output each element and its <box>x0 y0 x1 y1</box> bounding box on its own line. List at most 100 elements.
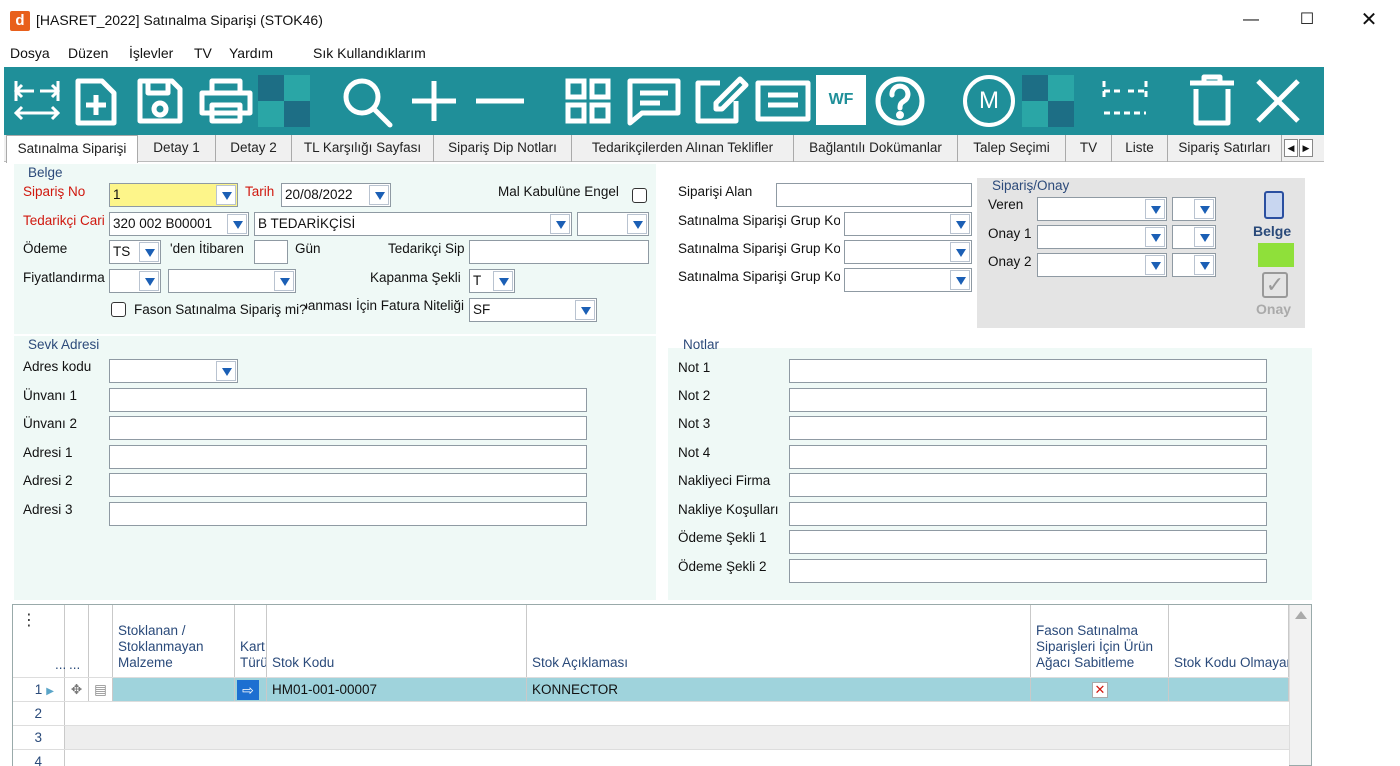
siparisi-alan-field[interactable] <box>776 183 972 207</box>
chevron-down-icon[interactable] <box>1145 227 1165 247</box>
tab-detay-2[interactable]: Detay 2 <box>216 135 292 162</box>
help-icon[interactable] <box>870 73 930 129</box>
tedarikci-name-field[interactable]: B TEDARİKÇİSİ <box>254 212 572 236</box>
window-close-button[interactable]: ✕ <box>1346 0 1392 40</box>
adresi-3-field[interactable] <box>109 502 587 526</box>
add-icon[interactable] <box>404 73 464 129</box>
adresi-1-field[interactable] <box>109 445 587 469</box>
menu-sik-kullandiklarim[interactable]: Sık Kullandıklarım <box>313 45 426 61</box>
tab-tl-karsiligi[interactable]: TL Karşılığı Sayfası <box>292 135 434 162</box>
cell-fason[interactable]: ✕ <box>1031 678 1169 702</box>
first-last-icon[interactable] <box>10 73 64 129</box>
note-icon[interactable]: ▤ <box>89 678 113 702</box>
menu-tv[interactable]: TV <box>194 45 212 61</box>
chevron-down-icon[interactable] <box>1194 199 1214 219</box>
unvani-1-field[interactable] <box>109 388 587 412</box>
tarih-field[interactable]: 20/08/2022 <box>281 183 391 207</box>
grid-header-stok-kodu-olmayan[interactable]: Stok Kodu Olmayan <box>1169 605 1289 677</box>
veren-extra-field[interactable] <box>1172 197 1216 221</box>
grid-view-icon[interactable] <box>560 73 616 129</box>
unvani-2-field[interactable] <box>109 416 587 440</box>
tedarikci-extra-field[interactable] <box>577 212 649 236</box>
chevron-down-icon[interactable] <box>227 214 247 234</box>
chevron-down-icon[interactable] <box>369 185 389 205</box>
onay-1-field[interactable] <box>1037 225 1167 249</box>
cell-stok-aciklama[interactable]: KONNECTOR <box>527 678 1031 702</box>
grid-header-stoklanan[interactable]: Stoklanan / Stoklanmayan Malzeme <box>113 605 235 677</box>
list-icon[interactable] <box>752 73 814 129</box>
minimize-button[interactable]: — <box>1228 0 1274 40</box>
chevron-down-icon[interactable] <box>1145 199 1165 219</box>
not-3-field[interactable] <box>789 416 1267 440</box>
tab-scroll-right-icon[interactable]: ▶ <box>1299 139 1313 157</box>
m-icon[interactable]: M <box>958 73 1020 129</box>
chevron-down-icon[interactable] <box>950 270 970 290</box>
onay-2-extra-field[interactable] <box>1172 253 1216 277</box>
new-document-icon[interactable] <box>70 73 124 129</box>
cell-stoklanan[interactable] <box>113 678 235 702</box>
chevron-down-icon[interactable] <box>550 214 570 234</box>
tab-scroll-left-icon[interactable]: ◀ <box>1284 139 1298 157</box>
cell-kart[interactable]: ⇨ <box>235 678 267 702</box>
menu-dosya[interactable]: Dosya <box>10 45 50 61</box>
table-row[interactable]: 2 <box>13 701 1289 726</box>
odeme-field[interactable]: TS <box>109 240 161 264</box>
tab-tedarikcilerden-teklifler[interactable]: Tedarikçilerden Alınan Teklifler <box>572 135 794 162</box>
tab-liste[interactable]: Liste <box>1112 135 1168 162</box>
table-row[interactable]: 1 ▶ ✥ ▤ ⇨ HM01-001-00007 KONNECTOR ✕ <box>13 677 1289 702</box>
workflow-icon[interactable]: WF <box>816 75 866 125</box>
adresi-2-field[interactable] <box>109 473 587 497</box>
menu-yardim[interactable]: Yardım <box>229 45 273 61</box>
mal-kabul-checkbox[interactable] <box>632 188 647 203</box>
chevron-down-icon[interactable] <box>1194 255 1214 275</box>
chevron-down-icon[interactable] <box>216 185 236 205</box>
grup-kodu-1-field[interactable] <box>844 212 972 236</box>
grid-header-stok-kodu[interactable]: Stok Kodu <box>267 605 527 677</box>
nakliye-kosullari-field[interactable] <box>789 502 1267 526</box>
tedarikci-code-field[interactable]: 320 002 B00001 <box>109 212 249 236</box>
fatura-field[interactable]: SF <box>469 298 597 322</box>
tedarikci-sip-field[interactable] <box>469 240 649 264</box>
menu-duzen[interactable]: Düzen <box>68 45 108 61</box>
maximize-button[interactable]: ☐ <box>1284 0 1330 40</box>
chevron-down-icon[interactable] <box>493 271 513 291</box>
veren-field[interactable] <box>1037 197 1167 221</box>
table-row[interactable]: 4 <box>13 749 1289 766</box>
chevron-down-icon[interactable] <box>950 242 970 262</box>
cell-stok-kodu-olmayan[interactable] <box>1169 678 1289 702</box>
message-icon[interactable] <box>624 73 684 129</box>
chevron-down-icon[interactable] <box>575 300 595 320</box>
chevron-down-icon[interactable] <box>274 271 294 291</box>
fiyatlandirma-field[interactable] <box>109 269 161 293</box>
fason-checkbox[interactable] <box>111 302 126 317</box>
close-icon[interactable] <box>1250 73 1306 129</box>
unchecked-x-icon[interactable]: ✕ <box>1092 682 1108 698</box>
remove-icon[interactable] <box>470 73 530 129</box>
odeme-sekli-1-field[interactable] <box>789 530 1267 554</box>
gun-field[interactable] <box>254 240 288 264</box>
grid-header-fason[interactable]: Fason Satınalma Siparişleri İçin Ürün Ağ… <box>1031 605 1169 677</box>
grid-menu-header[interactable]: ⋮... <box>13 605 66 677</box>
delete-icon[interactable] <box>1184 73 1240 129</box>
grid-menu-icon[interactable]: ⋮ <box>21 613 37 629</box>
onay-2-field[interactable] <box>1037 253 1167 277</box>
chevron-down-icon[interactable] <box>950 214 970 234</box>
chevron-down-icon[interactable] <box>139 271 159 291</box>
cell-stok-kodu[interactable]: HM01-001-00007 <box>267 678 527 702</box>
tab-siparis-satirlari[interactable]: Sipariş Satırları <box>1168 135 1282 162</box>
grid-header-kart[interactable]: Kart Türü <box>235 605 267 677</box>
move-icon[interactable]: ✥ <box>65 678 89 702</box>
tab-detay-1[interactable]: Detay 1 <box>138 135 216 162</box>
edit-icon[interactable] <box>690 73 750 129</box>
search-icon[interactable] <box>338 73 398 129</box>
scroll-up-icon[interactable] <box>1295 611 1307 619</box>
not-4-field[interactable] <box>789 445 1267 469</box>
grup-kodu-3-field[interactable] <box>844 268 972 292</box>
tab-tv[interactable]: TV <box>1066 135 1112 162</box>
menu-islevler[interactable]: İşlevler <box>129 45 173 61</box>
grid-col-dots-header[interactable]: ... <box>65 605 89 677</box>
print-icon[interactable] <box>196 73 256 129</box>
kapanma-field[interactable]: T <box>469 269 515 293</box>
tab-siparis-dip-notlari[interactable]: Sipariş Dip Notları <box>434 135 572 162</box>
siparis-no-field[interactable]: 1 <box>109 183 238 207</box>
